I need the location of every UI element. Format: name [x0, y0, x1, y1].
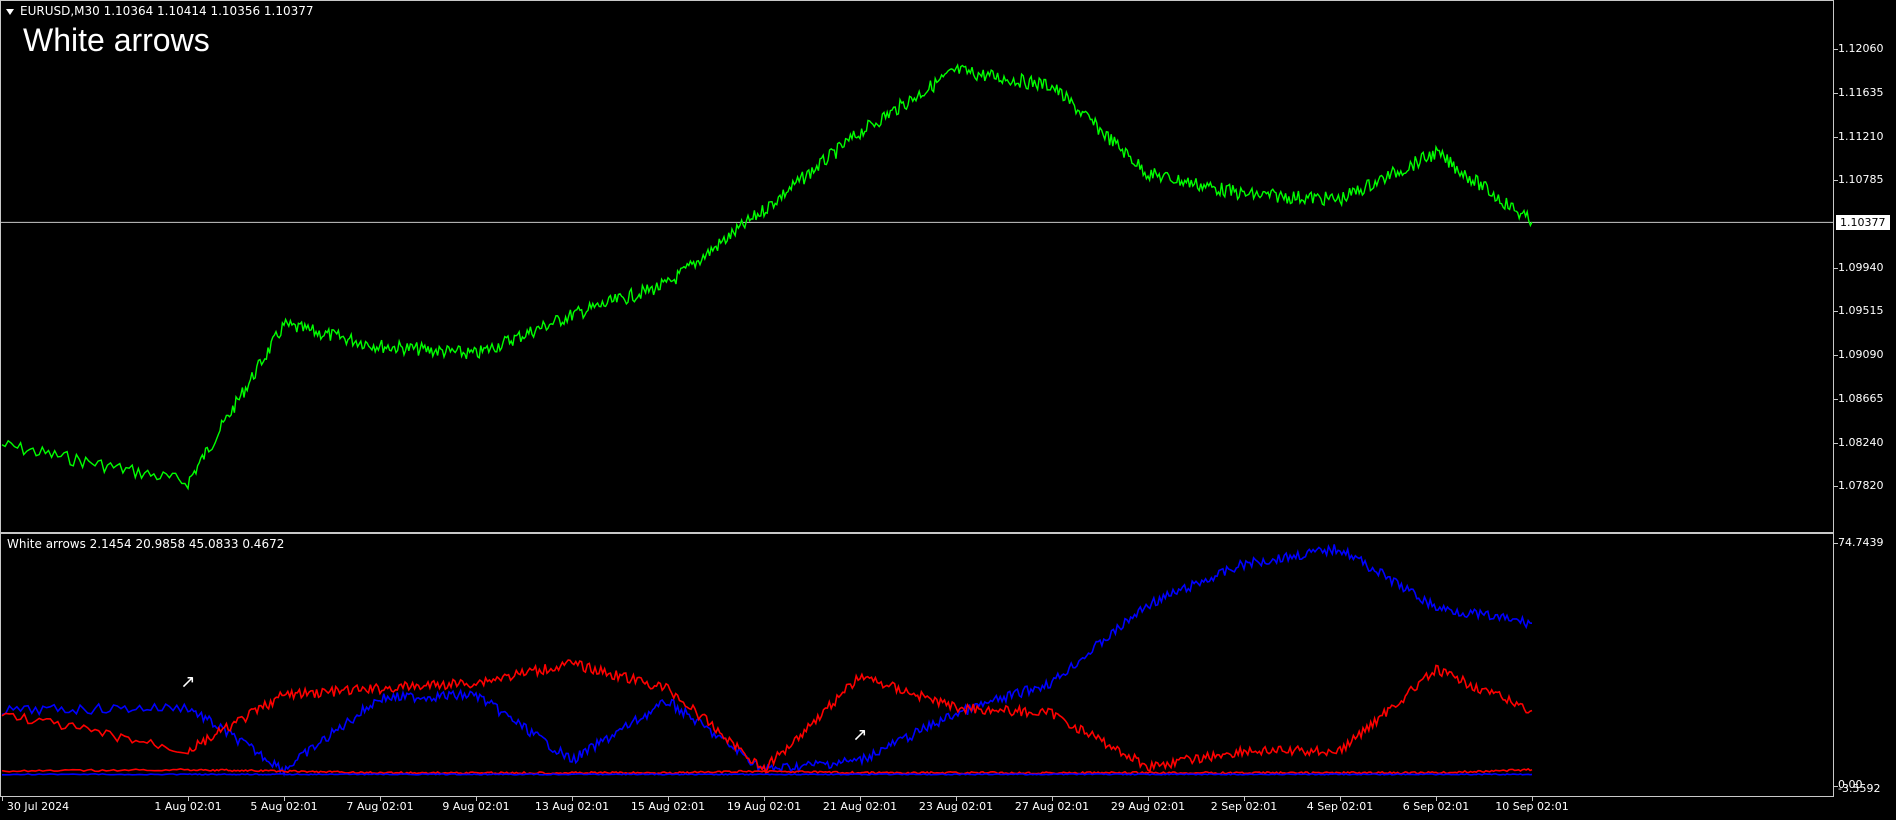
chart-canvas: ↗↗	[0, 63, 1834, 778]
indicator-blue-baseline	[2, 773, 1533, 776]
indicator-red-line	[1, 659, 1533, 775]
white-arrows-group: ↗↗	[180, 671, 867, 745]
white-arrow-icon: ↗	[852, 724, 867, 745]
price-series-line	[1, 63, 1533, 491]
indicator-blue-line	[1, 543, 1533, 778]
indicator-series-group	[1, 543, 1533, 778]
white-arrow-icon: ↗	[180, 671, 195, 692]
